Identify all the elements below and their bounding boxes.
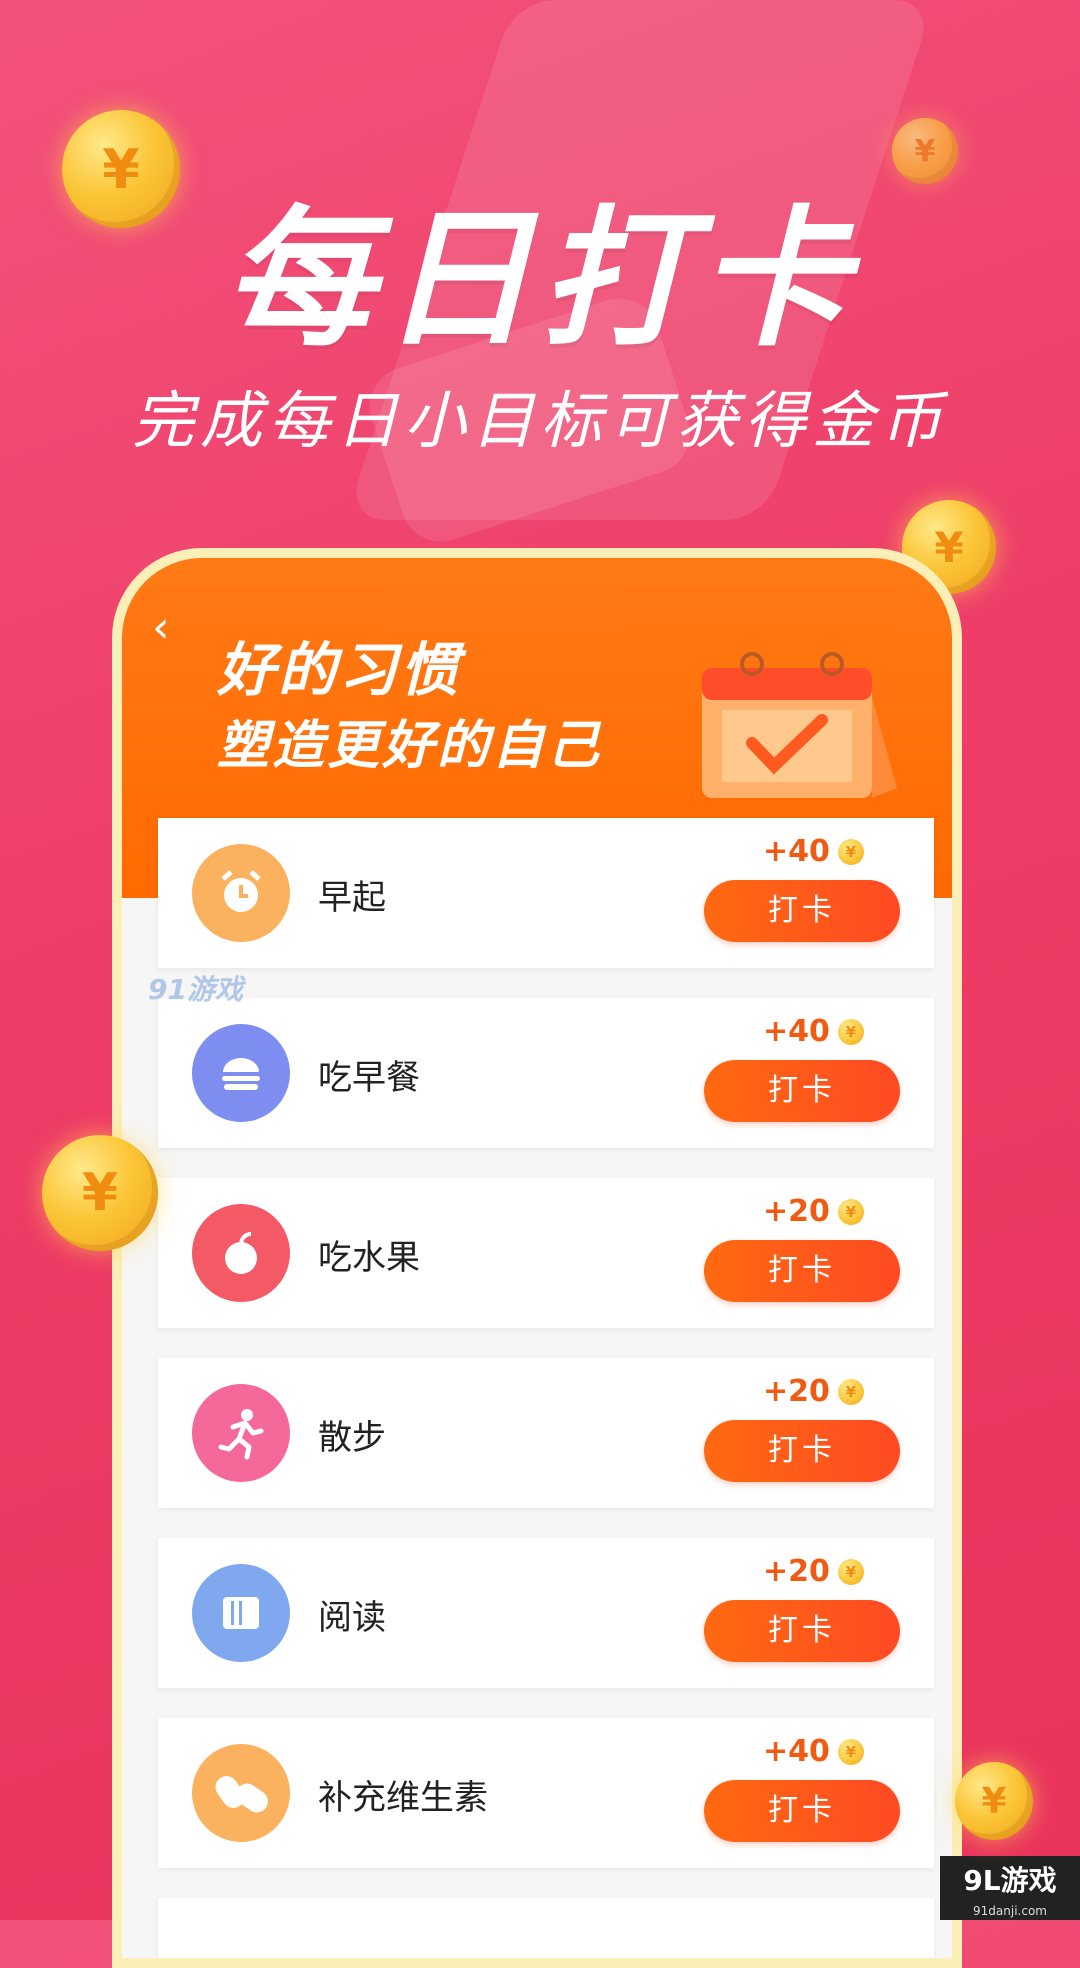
- reward-amount: +40 ¥: [763, 834, 864, 869]
- pill-icon: [192, 1744, 290, 1842]
- reward-amount: +20 ¥: [763, 1194, 864, 1229]
- banner-title: 好的习惯: [217, 636, 462, 704]
- checkin-button[interactable]: 打卡: [704, 1060, 900, 1122]
- book-icon: [192, 1564, 290, 1662]
- task-card: 补充维生素 +40 ¥ 打卡: [158, 1718, 934, 1868]
- task-card: 散步 +20 ¥ 打卡: [158, 1358, 934, 1508]
- coin-icon: ¥: [837, 838, 864, 865]
- coin-icon: ¥: [837, 1378, 864, 1405]
- coin-icon: ¥: [837, 1198, 864, 1225]
- coin-icon: ¥: [837, 1738, 864, 1765]
- coin-decoration: ¥: [42, 1135, 158, 1251]
- checkin-button[interactable]: 打卡: [704, 1600, 900, 1662]
- phone-frame: ‹ 好的习惯 塑造更好的自己 早起 +40 ¥ 打卡 吃早餐 +40 ¥ 打卡 …: [112, 548, 962, 1968]
- task-card: 阅读 +20 ¥ 打卡: [158, 1538, 934, 1688]
- coin-decoration: ¥: [892, 118, 958, 184]
- coin-icon: ¥: [837, 1018, 864, 1045]
- reward-amount: +20 ¥: [763, 1374, 864, 1409]
- watermark: 91游戏: [148, 973, 243, 1006]
- apple-icon: [192, 1204, 290, 1302]
- burger-icon: [192, 1024, 290, 1122]
- task-label: 吃早餐: [318, 1058, 420, 1098]
- task-label: 散步: [318, 1418, 386, 1458]
- task-label: 早起: [318, 878, 386, 918]
- calendar-icon: [702, 652, 897, 798]
- task-card: 吃水果 +20 ¥ 打卡: [158, 1178, 934, 1328]
- page-title: 每日打卡: [223, 193, 856, 367]
- checkin-button[interactable]: 打卡: [704, 1420, 900, 1482]
- coin-decoration: ¥: [955, 1762, 1033, 1840]
- alarm-clock-icon: [192, 844, 290, 942]
- checkin-button[interactable]: 打卡: [704, 880, 900, 942]
- banner-subtitle: 塑造更好的自己: [217, 716, 603, 776]
- running-person-icon: [192, 1384, 290, 1482]
- task-label: 补充维生素: [318, 1778, 488, 1818]
- app-screen: ‹ 好的习惯 塑造更好的自己 早起 +40 ¥ 打卡 吃早餐 +40 ¥ 打卡 …: [122, 558, 952, 1958]
- reward-amount: +40 ¥: [763, 1014, 864, 1049]
- checkin-button[interactable]: 打卡: [704, 1780, 900, 1842]
- task-card: 吃早餐 +40 ¥ 打卡: [158, 998, 934, 1148]
- reward-amount: +40 ¥: [763, 1734, 864, 1769]
- task-card: [158, 1898, 934, 1958]
- coin-icon: ¥: [837, 1558, 864, 1585]
- task-label: 阅读: [318, 1598, 386, 1638]
- page-subtitle: 完成每日小目标可获得金币: [131, 384, 948, 457]
- checkin-button[interactable]: 打卡: [704, 1240, 900, 1302]
- task-card: 早起 +40 ¥ 打卡: [158, 818, 934, 968]
- back-arrow-icon[interactable]: ‹: [152, 606, 192, 650]
- task-label: 吃水果: [318, 1238, 420, 1278]
- reward-amount: +20 ¥: [763, 1554, 864, 1589]
- site-badge: 9L游戏 91danji.com: [940, 1856, 1080, 1920]
